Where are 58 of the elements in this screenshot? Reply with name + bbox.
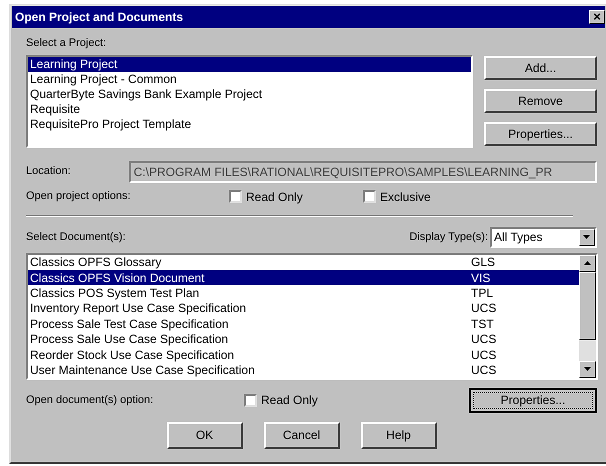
- document-type: GLS: [471, 254, 496, 272]
- dialog-button[interactable]: Add...: [484, 56, 597, 80]
- document-name: User Maintenance Use Case Specification: [29, 362, 256, 379]
- document-name: Inventory Report Use Case Specification: [29, 300, 248, 318]
- scroll-thumb[interactable]: [579, 272, 596, 340]
- document-type: TPL: [471, 284, 494, 302]
- document-row[interactable]: Process Sale Test Case Specification TST: [28, 316, 579, 332]
- close-button[interactable]: ×: [589, 10, 605, 24]
- document-row[interactable]: Classics OPFS Glossary GLS: [28, 254, 579, 270]
- document-type: UCS: [471, 300, 496, 318]
- document-type: TST: [471, 316, 494, 333]
- document-list[interactable]: [28, 254, 579, 378]
- checkbox[interactable]: [363, 190, 376, 203]
- document-name: Classics OPFS Vision Document: [29, 270, 206, 287]
- field-label: Open project options:: [26, 189, 132, 204]
- document-row[interactable]: Inventory Report Use Case Specification UCS: [28, 300, 579, 316]
- checkbox-label: Exclusive: [380, 188, 431, 206]
- document-name: Reorder Stock Use Case Specification: [29, 346, 236, 364]
- dialog-button[interactable]: OK: [166, 422, 242, 448]
- checkbox-label: Read Only: [246, 188, 303, 206]
- field-label: Location:: [26, 164, 72, 180]
- document-name: Process Sale Use Case Specification: [29, 331, 230, 348]
- list-item[interactable]: QuarterByte Savings Bank Example Project: [28, 86, 471, 102]
- dialog-button[interactable]: Properties...: [469, 388, 597, 412]
- document-row[interactable]: Classics OPFS Vision Document VIS: [28, 270, 579, 286]
- document-type: VIS: [471, 270, 490, 287]
- field-label: Open document(s) option:: [26, 392, 154, 408]
- field-label: Display Type(s):: [409, 230, 488, 245]
- document-row[interactable]: User Maintenance Use Case Specification UCS: [28, 362, 579, 378]
- document-row[interactable]: Reorder Stock Use Case Specification UCS: [28, 346, 579, 362]
- field-label: Select a Project:: [26, 36, 106, 51]
- document-type: UCS: [471, 362, 496, 379]
- document-name: Classics POS System Test Plan: [29, 284, 200, 302]
- list-item[interactable]: Learning Project: [28, 56, 471, 72]
- document-name: Classics OPFS Glossary: [29, 254, 162, 272]
- window-title: Open Project and Documents: [15, 9, 184, 26]
- project-list[interactable]: Learning Project Learning Project - Common QuarterByte Savings Bank Example Project Requisite RequisitePro Project Template: [26, 54, 473, 148]
- list-item[interactable]: Requisite: [28, 102, 471, 116]
- checkbox[interactable]: [244, 394, 257, 406]
- dialog-button[interactable]: Cancel: [264, 422, 340, 448]
- document-row[interactable]: Process Sale Use Case Specification UCS: [28, 331, 579, 347]
- scroll-up-icon[interactable]: [579, 254, 596, 272]
- location-field: C:\PROGRAM FILES\RATIONAL\REQUISITEPRO\SAMPLES\LEARNING_PR: [128, 160, 597, 182]
- dialog-button[interactable]: Remove: [484, 88, 597, 112]
- scrollbar[interactable]: [579, 254, 596, 378]
- document-row[interactable]: Classics POS System Test Plan TPL: [28, 285, 579, 301]
- checkbox-label: Read Only: [261, 392, 318, 409]
- display-type-dropdown[interactable]: All Types: [490, 226, 597, 248]
- document-type: UCS: [471, 346, 496, 364]
- dialog-button[interactable]: Properties...: [484, 122, 597, 146]
- document-name: Process Sale Test Case Specification: [29, 316, 230, 333]
- field-label: Select Document(s):: [26, 230, 126, 245]
- list-item[interactable]: RequisitePro Project Template: [28, 116, 471, 132]
- document-type: UCS: [471, 331, 496, 348]
- checkbox[interactable]: [229, 190, 242, 203]
- list-item[interactable]: Learning Project - Common: [28, 72, 471, 86]
- scroll-down-icon[interactable]: [579, 360, 596, 378]
- dialog-button[interactable]: Help: [360, 422, 436, 448]
